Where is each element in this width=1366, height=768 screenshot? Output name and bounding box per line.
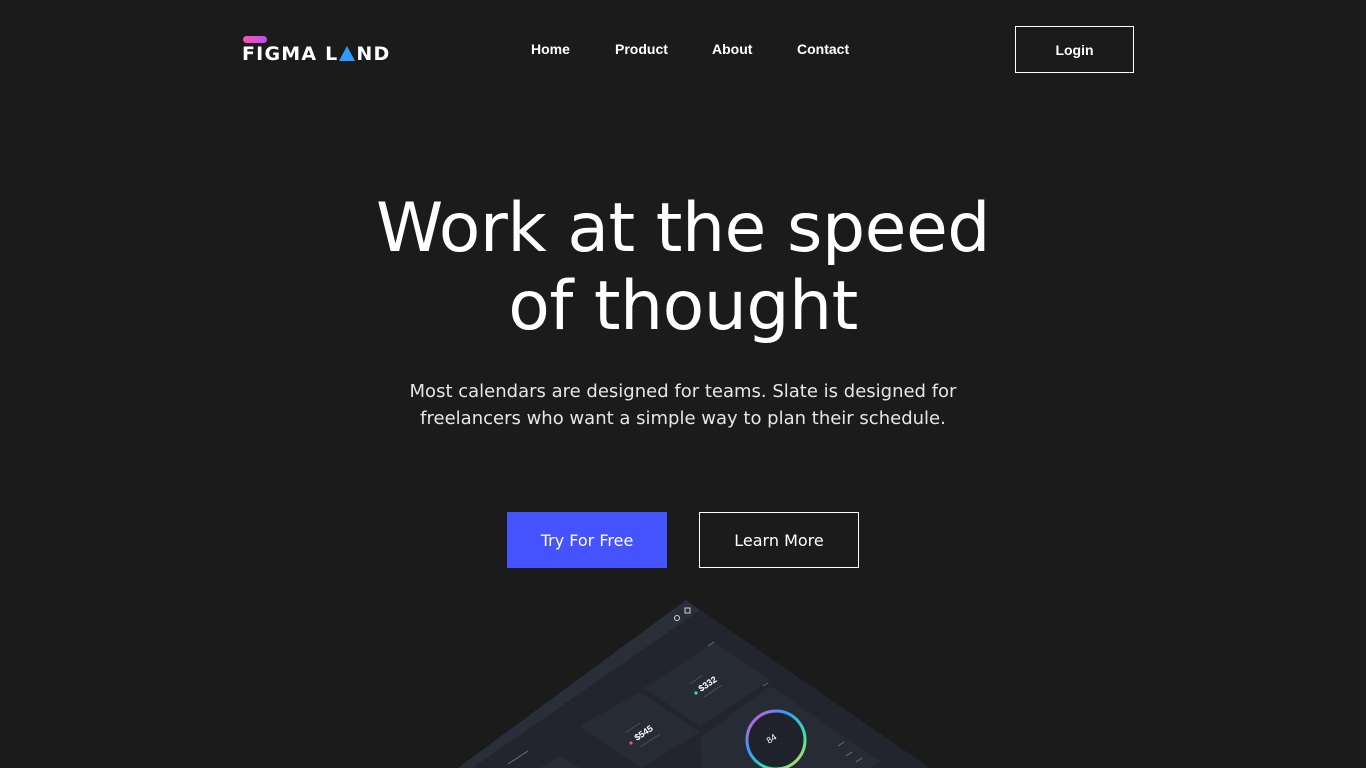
stat-down-icon xyxy=(629,741,633,745)
nav-contact[interactable]: Contact xyxy=(797,40,849,58)
hero-headline-line-2: of thought xyxy=(508,267,858,346)
logo-text-right: ND xyxy=(356,43,391,65)
hero-subtitle-line-1: Most calendars are designed for teams. S… xyxy=(409,381,957,402)
logo-text: FIGMA L ND xyxy=(242,44,390,64)
logo-pill-icon xyxy=(243,36,267,43)
learn-more-button[interactable]: Learn More xyxy=(699,512,859,568)
logo-triangle-icon xyxy=(339,46,356,61)
hero-subtitle-line-2: freelancers who want a simple way to pla… xyxy=(420,408,946,429)
dashboard-preview: $545 $332 84 xyxy=(0,596,1366,768)
dashboard-preview-graphic: $545 $332 84 xyxy=(458,600,930,768)
hero-headline: Work at the speed of thought xyxy=(0,190,1366,346)
brand-logo[interactable]: FIGMA L ND xyxy=(242,36,392,66)
try-for-free-button[interactable]: Try For Free xyxy=(507,512,667,568)
nav-about[interactable]: About xyxy=(712,40,752,58)
stat-up-icon xyxy=(694,691,698,695)
login-button[interactable]: Login xyxy=(1015,26,1134,73)
nav-home[interactable]: Home xyxy=(531,40,570,58)
hero-subtitle: Most calendars are designed for teams. S… xyxy=(0,378,1366,432)
nav-product[interactable]: Product xyxy=(615,40,668,58)
logo-text-left: FIGMA L xyxy=(242,43,339,65)
hero-headline-line-1: Work at the speed xyxy=(376,189,990,268)
